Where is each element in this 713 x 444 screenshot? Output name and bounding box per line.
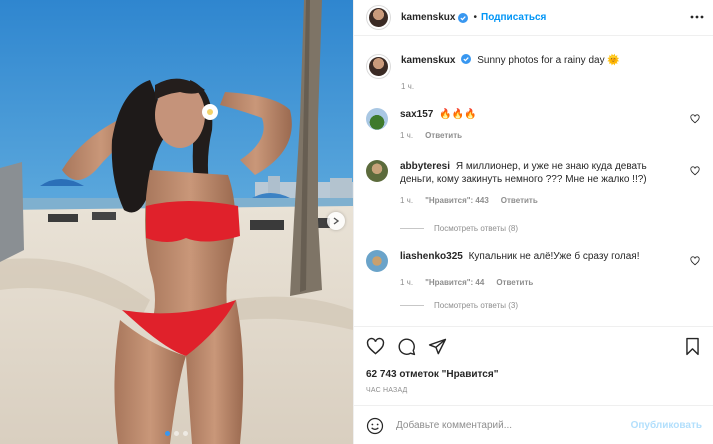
heart-icon[interactable] [690, 114, 700, 124]
post-caption: kamenskux Sunny photos for a rainy day 🌞… [366, 54, 702, 93]
post-detail-panel: kamenskux • Подписаться kamenskux Sunny … [353, 0, 713, 444]
avatar[interactable] [366, 5, 391, 30]
avatar[interactable] [366, 54, 391, 79]
post-photo[interactable] [0, 0, 353, 444]
comment-time[interactable]: 1 ч. [400, 194, 413, 207]
heart-icon[interactable] [690, 256, 700, 266]
comments-list[interactable]: kamenskux Sunny photos for a rainy day 🌞… [354, 36, 713, 326]
emoji-icon[interactable] [366, 417, 384, 435]
beach-photo [0, 0, 353, 444]
comment-time[interactable]: 1 ч. [400, 129, 413, 142]
separator-dot: • [473, 12, 477, 23]
avatar[interactable] [366, 160, 388, 182]
comment-time[interactable]: 1 ч. [400, 276, 413, 289]
caption-username[interactable]: kamenskux [401, 55, 455, 66]
avatar[interactable] [366, 250, 388, 272]
carousel-indicator [0, 431, 353, 436]
follow-button[interactable]: Подписаться [481, 12, 546, 23]
comment-composer: Опубликовать [354, 405, 713, 444]
more-options-icon[interactable] [690, 12, 704, 22]
comment-item: liashenko325 Купальник не алё!Уже б сраз… [366, 250, 702, 289]
carousel-dot [183, 431, 188, 436]
comment-text: 🔥🔥🔥 [439, 109, 477, 120]
verified-badge-icon [458, 12, 469, 23]
comment-text: Купальник не алё!Уже б сразу голая! [468, 251, 640, 262]
carousel-dot [174, 431, 179, 436]
carousel-dot [165, 431, 170, 436]
likes-count[interactable]: 62 743 отметок "Нравится" [366, 369, 498, 380]
verified-badge-icon [461, 54, 472, 64]
caption-emoji: 🌞 [607, 55, 620, 66]
view-replies-button[interactable]: Посмотреть ответы (3) [400, 301, 518, 310]
comment-icon[interactable] [397, 337, 416, 356]
share-icon[interactable] [428, 337, 447, 356]
view-replies-label[interactable]: Посмотреть ответы (8) [434, 224, 518, 233]
post-actions: 62 743 отметок "Нравится" ЧАС НАЗАД Опуб… [354, 326, 713, 444]
comment-likes[interactable]: "Нравится": 44 [425, 276, 484, 289]
caption-time[interactable]: 1 ч. [401, 80, 414, 93]
comment-username[interactable]: sax157 [400, 109, 433, 120]
comment-likes[interactable]: "Нравится": 443 [425, 194, 489, 207]
author-username[interactable]: kamenskux [401, 12, 455, 23]
heart-icon[interactable] [690, 166, 700, 176]
chevron-right-icon [333, 217, 340, 225]
post-header: kamenskux • Подписаться [354, 0, 713, 36]
post-timestamp[interactable]: ЧАС НАЗАД [366, 387, 408, 394]
reply-button[interactable]: Ответить [425, 129, 462, 142]
publish-button[interactable]: Опубликовать [631, 420, 702, 431]
like-heart-icon[interactable] [366, 337, 385, 356]
caption-text: Sunny photos for a rainy day [477, 55, 605, 66]
carousel-next-button[interactable] [327, 212, 345, 230]
view-replies-label[interactable]: Посмотреть ответы (3) [434, 301, 518, 310]
comment-item: sax157 🔥🔥🔥 1 ч. Ответить [366, 108, 702, 142]
reply-button[interactable]: Ответить [496, 276, 533, 289]
comment-item: abbyteresi Я миллионер, и уже не знаю ку… [366, 160, 702, 207]
comment-username[interactable]: liashenko325 [400, 251, 463, 262]
view-replies-button[interactable]: Посмотреть ответы (8) [400, 224, 518, 233]
reply-button[interactable]: Ответить [501, 194, 538, 207]
bookmark-icon[interactable] [683, 337, 702, 356]
comment-input[interactable] [396, 420, 631, 431]
avatar[interactable] [366, 108, 388, 130]
comment-username[interactable]: abbyteresi [400, 161, 450, 172]
